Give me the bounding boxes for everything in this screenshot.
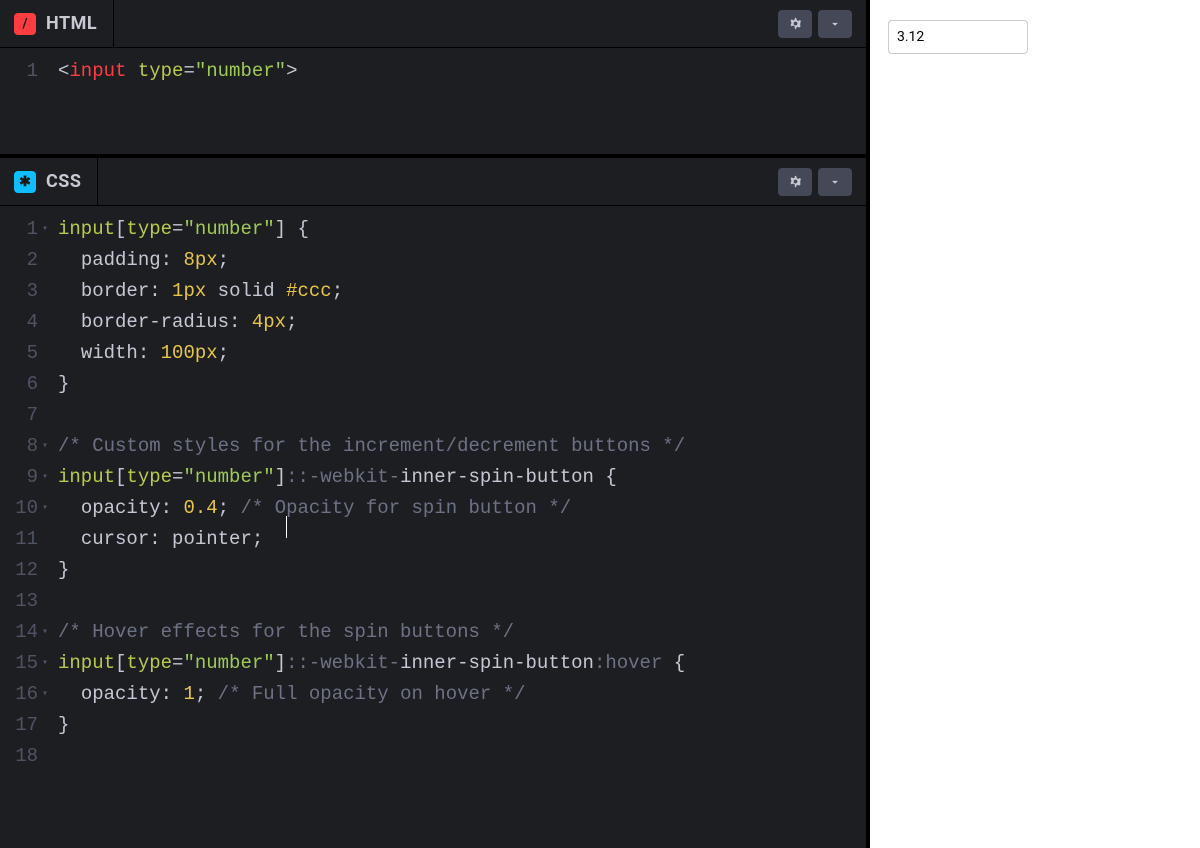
preview-number-input[interactable] bbox=[888, 20, 1028, 54]
html-tab[interactable]: / HTML bbox=[0, 0, 114, 47]
preview-pane bbox=[870, 0, 1200, 848]
editors-column: / HTML 1 <input type="number"> ✱ CSS bbox=[0, 0, 870, 848]
html-tools bbox=[778, 10, 866, 38]
html-settings-button[interactable] bbox=[778, 10, 812, 38]
css-badge-icon: ✱ bbox=[14, 171, 36, 193]
css-settings-button[interactable] bbox=[778, 168, 812, 196]
css-tab[interactable]: ✱ CSS bbox=[0, 158, 98, 205]
css-pane-header: ✱ CSS bbox=[0, 158, 866, 206]
css-gutter: 123456789101112131415161718 bbox=[0, 206, 48, 848]
gear-icon bbox=[788, 16, 803, 31]
css-code[interactable]: input[type="number"] { padding: 8px; bor… bbox=[48, 206, 685, 848]
css-tools bbox=[778, 168, 866, 196]
chevron-down-icon bbox=[828, 175, 842, 189]
gear-icon bbox=[788, 174, 803, 189]
html-editor[interactable]: 1 <input type="number"> bbox=[0, 48, 866, 158]
chevron-down-icon bbox=[828, 17, 842, 31]
html-expand-button[interactable] bbox=[818, 10, 852, 38]
css-tab-label: CSS bbox=[46, 171, 81, 192]
css-expand-button[interactable] bbox=[818, 168, 852, 196]
html-tab-label: HTML bbox=[46, 13, 97, 34]
app-root: / HTML 1 <input type="number"> ✱ CSS bbox=[0, 0, 1200, 848]
css-editor[interactable]: 123456789101112131415161718 input[type="… bbox=[0, 206, 866, 848]
html-pane-header: / HTML bbox=[0, 0, 866, 48]
html-code[interactable]: <input type="number"> bbox=[48, 48, 297, 154]
html-gutter: 1 bbox=[0, 48, 48, 154]
html-badge-icon: / bbox=[14, 13, 36, 35]
